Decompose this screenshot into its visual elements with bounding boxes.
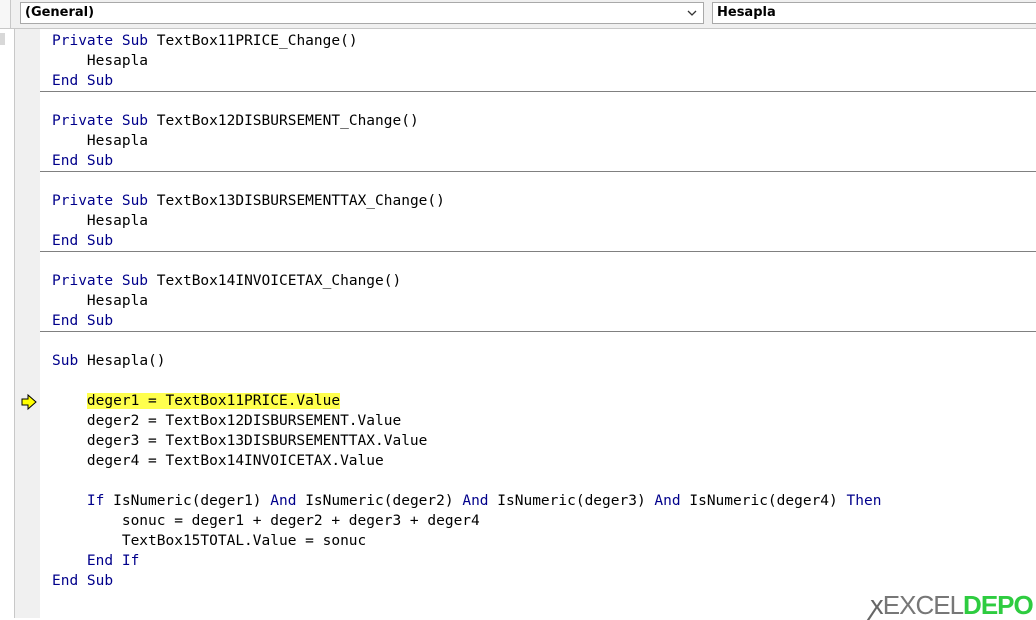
object-dropdown-value: (General): [25, 5, 95, 20]
code-line[interactable]: deger3 = TextBox13DISBURSEMENTTAX.Value: [52, 431, 427, 451]
code-line[interactable]: End Sub: [52, 311, 113, 331]
left-pane-mark: [0, 33, 5, 45]
procedure-separator: [40, 171, 1036, 172]
toolbar-left-stub: [0, 0, 11, 28]
code-line[interactable]: End If: [52, 551, 139, 571]
code-line[interactable]: Hesapla: [52, 291, 148, 311]
code-line[interactable]: Private Sub TextBox11PRICE_Change(): [52, 31, 358, 51]
current-statement-line[interactable]: deger1 = TextBox11PRICE.Value: [52, 391, 341, 411]
keyword-sub: Sub: [121, 33, 149, 49]
code-line[interactable]: End Sub: [52, 151, 113, 171]
chevron-down-icon[interactable]: [685, 6, 699, 20]
code-line[interactable]: Private Sub TextBox12DISBURSEMENT_Change…: [52, 111, 419, 131]
code-window-toolbar: (General) Hesapla: [0, 0, 1036, 29]
keyword-sub: Sub: [121, 273, 149, 289]
object-dropdown[interactable]: (General): [20, 2, 704, 24]
keyword-end-sub: End Sub: [52, 573, 114, 589]
keyword-end-sub: End Sub: [52, 73, 114, 89]
code-line[interactable]: Hesapla: [52, 131, 148, 151]
keyword-private: Private: [52, 33, 114, 49]
line-text: TextBox11PRICE_Change(): [156, 33, 358, 49]
code-line[interactable]: End Sub: [52, 571, 113, 591]
code-line[interactable]: End Sub: [52, 71, 113, 91]
procedure-separator: [40, 251, 1036, 252]
code-line[interactable]: deger4 = TextBox14INVOICETAX.Value: [52, 451, 384, 471]
watermark-text-1: EXCEL: [882, 590, 964, 620]
left-pane-edge: [0, 29, 8, 618]
keyword-private: Private: [52, 273, 114, 289]
code-editor[interactable]: Private Sub TextBox11PRICE_Change() Hesa…: [40, 29, 1036, 618]
code-line[interactable]: Hesapla: [52, 211, 148, 231]
keyword-end-sub: End Sub: [52, 153, 114, 169]
code-line[interactable]: Private Sub TextBox14INVOICETAX_Change(): [52, 271, 401, 291]
keyword-and: And: [270, 493, 297, 509]
keyword-sub: Sub: [121, 193, 149, 209]
code-line[interactable]: Sub Hesapla(): [52, 351, 166, 371]
margin-indicator-bar[interactable]: [14, 29, 41, 618]
code-line[interactable]: deger2 = TextBox12DISBURSEMENT.Value: [52, 411, 401, 431]
code-line[interactable]: TextBox15TOTAL.Value = sonuc: [52, 531, 366, 551]
line-text: TextBox12DISBURSEMENT_Change(): [156, 113, 419, 129]
code-line[interactable]: Private Sub TextBox13DISBURSEMENTTAX_Cha…: [52, 191, 445, 211]
procedure-dropdown[interactable]: Hesapla: [712, 2, 1036, 24]
code-line[interactable]: End Sub: [52, 231, 113, 251]
keyword-sub: Sub: [52, 353, 79, 369]
keyword-and: And: [654, 493, 681, 509]
keyword-and: And: [462, 493, 489, 509]
keyword-private: Private: [52, 113, 114, 129]
code-line[interactable]: Hesapla: [52, 51, 148, 71]
line-text: TextBox14INVOICETAX_Change(): [156, 273, 402, 289]
procedure-separator: [40, 91, 1036, 92]
code-line[interactable]: If IsNumeric(deger1) And IsNumeric(deger…: [52, 491, 882, 511]
keyword-sub: Sub: [121, 113, 149, 129]
watermark-logo-icon: ꭗ: [870, 590, 884, 620]
keyword-then: Then: [846, 493, 882, 509]
line-text: TextBox13DISBURSEMENTTAX_Change(): [156, 193, 445, 209]
keyword-private: Private: [52, 193, 114, 209]
keyword-end-sub: End Sub: [52, 233, 114, 249]
current-statement-highlight: deger1 = TextBox11PRICE.Value: [86, 393, 341, 409]
excel-depo-watermark: ꭗEXCELDEPO: [870, 590, 1034, 620]
code-line[interactable]: sonuc = deger1 + deger2 + deger3 + deger…: [52, 511, 480, 531]
keyword-if: If: [86, 493, 105, 509]
watermark-text-2: DEPO: [963, 590, 1034, 620]
keyword-end-if: End If: [52, 553, 140, 569]
procedure-dropdown-value: Hesapla: [717, 5, 776, 20]
keyword-end-sub: End Sub: [52, 313, 114, 329]
procedure-separator: [40, 331, 1036, 332]
line-text: Hesapla(): [86, 353, 166, 369]
execution-pointer-icon[interactable]: [20, 393, 38, 411]
